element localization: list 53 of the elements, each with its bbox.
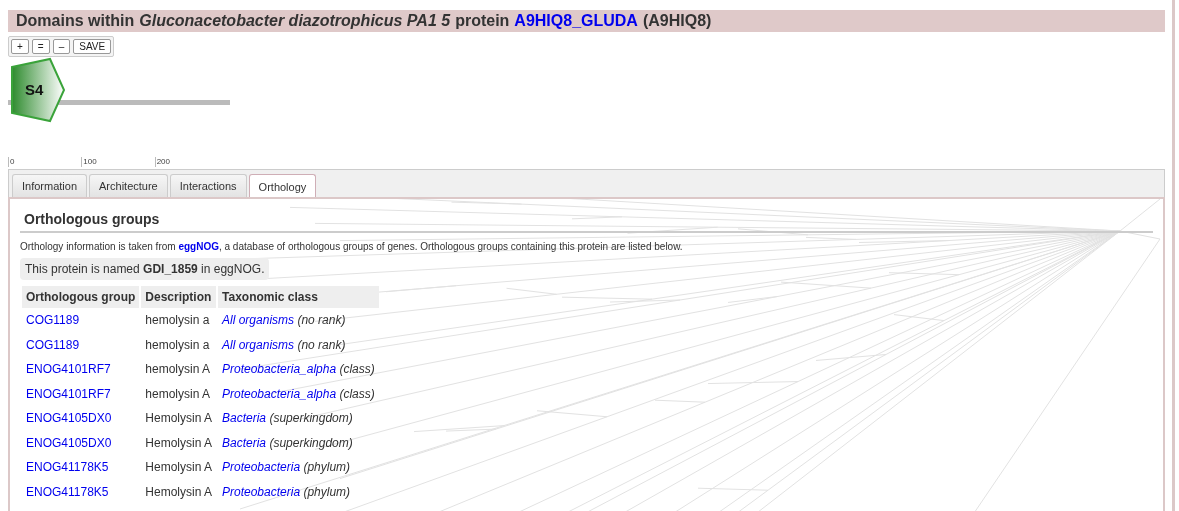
taxon-link[interactable]: Proteobacteria_alpha (222, 362, 337, 377)
group-link[interactable]: COG1189 (26, 337, 80, 352)
description-text: Hemolysin A (145, 460, 212, 475)
zoom-button[interactable]: + (11, 39, 29, 54)
description-text: hemolysin A (145, 386, 210, 401)
description-text: hemolysin a (145, 313, 210, 328)
intro-text: Orthology information is taken from eggNOG, a database of orthologous groups of genes. Orthologous groups containing this protein are listed below. (20, 241, 684, 252)
taxon-link[interactable]: Bacteria (222, 435, 267, 450)
rank-text: (superkingdom) (269, 435, 353, 450)
section-title: Orthologous groups (20, 211, 1153, 233)
taxon-link[interactable]: Proteobacteria (222, 460, 301, 475)
taxon-link[interactable]: Bacteria (222, 411, 267, 426)
protein-link[interactable]: A9HIQ8_GLUDA (514, 12, 638, 30)
zoom-button[interactable]: – (52, 39, 71, 54)
description-text: hemolysin a (145, 337, 210, 352)
rank-text: (no rank) (297, 337, 346, 352)
domain-label: S4 (25, 81, 44, 98)
description-text: Hemolysin A (145, 411, 212, 426)
eggnog-link[interactable]: eggNOG (178, 241, 219, 252)
rank-text: (phylum) (303, 460, 351, 475)
column-header: Taxonomic class (218, 286, 379, 308)
tab[interactable]: Architecture (89, 174, 168, 197)
group-link[interactable]: ENOG4101RF7 (26, 362, 111, 377)
column-header: Description (141, 286, 216, 308)
rank-text: (class) (339, 386, 375, 401)
scale-tick: 200 (154, 157, 228, 167)
zoom-button[interactable]: SAVE (73, 39, 112, 54)
taxon-link[interactable]: Proteobacteria (222, 484, 301, 499)
group-link[interactable]: ENOG41178K5 (26, 484, 109, 499)
group-link[interactable]: ENOG4105DX0 (26, 411, 112, 426)
taxon-link[interactable]: All organisms (222, 313, 295, 328)
group-link[interactable]: ENOG4105DX0 (26, 435, 112, 450)
group-link[interactable]: COG1189 (26, 313, 80, 328)
description-text: Hemolysin A (145, 484, 212, 499)
page-title: Domains within Gluconacetobacter diazotrophicus PA1 5 protein A9HIQ8_GLUDA (A9HIQ8) (8, 10, 1165, 32)
rank-text: (class) (339, 362, 375, 377)
column-header: Orthologous group (22, 286, 140, 308)
taxon-link[interactable]: Proteobacteria_alpha (222, 386, 337, 401)
scale-tick: 100 (81, 157, 155, 167)
description-text: Hemolysin A (145, 435, 212, 450)
tab[interactable]: Orthology (248, 174, 317, 198)
scale-tick: 0 (8, 157, 82, 167)
group-link[interactable]: ENOG41178K5 (26, 460, 109, 475)
protein-name-note: This protein is named GDI_1859 in eggNOG. (20, 258, 270, 280)
rank-text: (superkingdom) (269, 411, 353, 426)
description-text: hemolysin A (145, 362, 210, 377)
zoom-button[interactable]: = (31, 39, 50, 54)
rank-text: (phylum) (303, 484, 351, 499)
tab[interactable]: Information (12, 174, 88, 197)
group-link[interactable]: ENOG4101RF7 (26, 386, 111, 401)
rank-text: (no rank) (297, 313, 346, 328)
tab[interactable]: Interactions (169, 174, 247, 197)
taxon-link[interactable]: All organisms (222, 337, 295, 352)
